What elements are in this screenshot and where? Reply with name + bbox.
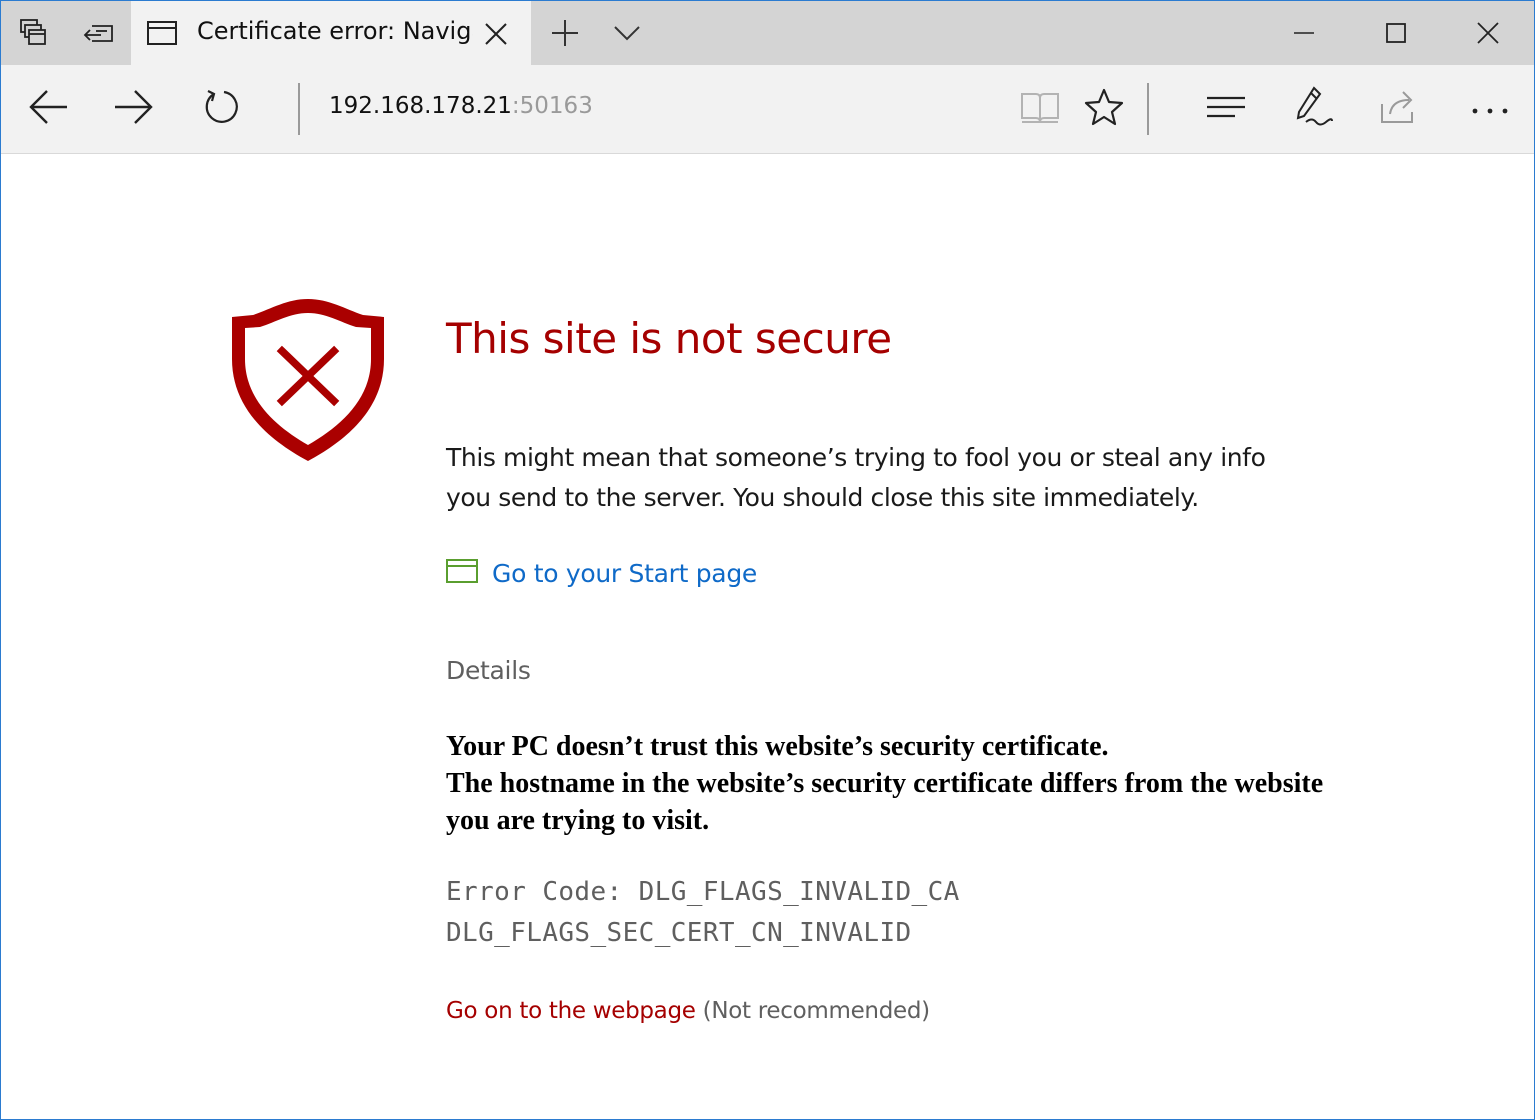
web-note-button[interactable] (1287, 81, 1341, 137)
warning-message-line: This might mean that someone’s trying to… (446, 443, 1266, 472)
maximize-button[interactable] (1351, 1, 1441, 65)
new-tab-icon (550, 18, 580, 48)
warning-message-line: you send to the server. You should close… (446, 483, 1199, 512)
hub-icon (1205, 94, 1247, 124)
address-port: :50163 (511, 93, 593, 119)
certificate-details: Your PC doesn’t trust this website’s sec… (446, 728, 1366, 839)
go-on-to-webpage-link[interactable]: Go on to the webpage (446, 998, 696, 1024)
web-note-icon (1294, 85, 1334, 133)
proceed-row: Go on to the webpage (Not recommended) (446, 998, 930, 1024)
not-recommended-note: (Not recommended) (702, 998, 930, 1024)
tabs-aside-icon (19, 18, 49, 48)
error-code: Error Code: DLG_FLAGS_INVALID_CA DLG_FLA… (446, 872, 960, 954)
back-arrow-icon (27, 89, 69, 129)
error-page: This site is not secure This might mean … (1, 154, 1534, 1119)
set-tabs-aside-icon (83, 19, 115, 47)
toolbar-separator (1147, 83, 1149, 135)
more-button[interactable] (1463, 83, 1517, 135)
warning-message: This might mean that someone’s trying to… (446, 438, 1356, 518)
tab-preview-chevron-icon (613, 24, 641, 42)
tabs-aside-button[interactable] (1, 1, 67, 65)
close-tab-icon[interactable] (483, 21, 509, 51)
start-page-link-label: Go to your Start page (492, 558, 757, 588)
reading-view-button[interactable] (1013, 83, 1067, 135)
certificate-detail-line: Your PC doesn’t trust this website’s sec… (446, 731, 1109, 762)
error-code-line: Error Code: DLG_FLAGS_INVALID_CA (446, 877, 960, 907)
address-host: 192.168.178.21 (329, 93, 512, 119)
title-bar: Certificate error: Naviga (1, 1, 1534, 65)
hub-button[interactable] (1199, 83, 1253, 135)
browser-window: Certificate error: Naviga 192.168.178.21… (0, 0, 1535, 1120)
tab-title: Certificate error: Naviga (197, 17, 473, 45)
refresh-button[interactable] (195, 79, 249, 139)
refresh-icon (202, 87, 242, 131)
start-page-link[interactable]: Go to your Start page (446, 558, 757, 588)
shield-error-icon (229, 297, 387, 467)
error-code-line: DLG_FLAGS_SEC_CERT_CN_INVALID (446, 918, 912, 948)
minimize-button[interactable] (1259, 1, 1349, 65)
start-page-icon (446, 558, 478, 588)
more-icon (1471, 100, 1509, 119)
details-toggle[interactable]: Details (446, 656, 531, 685)
reading-view-icon (1019, 88, 1061, 130)
tab-preview-button[interactable] (601, 1, 653, 65)
maximize-icon (1385, 22, 1407, 44)
share-icon (1379, 88, 1421, 130)
set-tabs-aside-button[interactable] (67, 1, 131, 65)
favorite-button[interactable] (1077, 83, 1131, 135)
share-button[interactable] (1373, 83, 1427, 135)
close-window-icon (1476, 21, 1500, 45)
close-window-button[interactable] (1443, 1, 1533, 65)
address-separator (298, 83, 300, 135)
minimize-icon (1292, 31, 1316, 35)
tab-page-icon (146, 19, 178, 51)
tab-certificate-error[interactable]: Certificate error: Naviga (131, 1, 531, 65)
navigation-bar: 192.168.178.21:50163 (1, 65, 1534, 154)
certificate-detail-line: The hostname in the website’s security c… (446, 768, 1324, 836)
page-title: This site is not secure (446, 314, 892, 363)
new-tab-button[interactable] (539, 1, 591, 65)
forward-button[interactable] (107, 79, 161, 139)
back-button[interactable] (21, 79, 75, 139)
favorite-star-icon (1084, 87, 1124, 131)
forward-arrow-icon (113, 89, 155, 129)
address-bar[interactable]: 192.168.178.21:50163 (329, 93, 593, 119)
